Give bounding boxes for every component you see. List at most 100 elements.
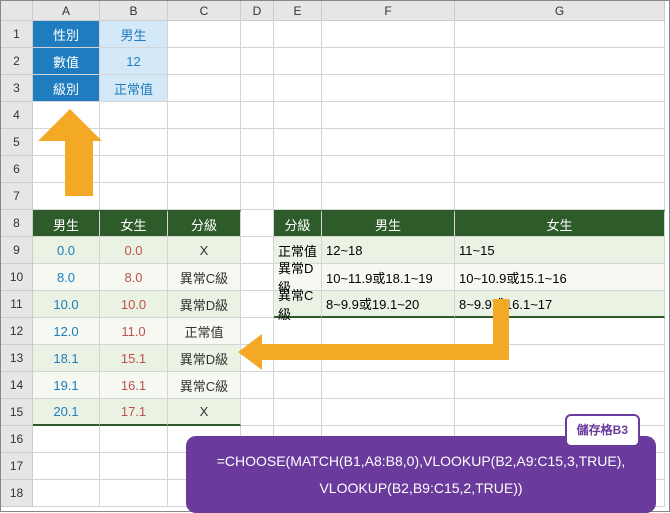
row-header-6[interactable]: 6: [1, 156, 33, 183]
cell-A2[interactable]: 數值: [33, 48, 100, 75]
row-header-7[interactable]: 7: [1, 183, 33, 210]
cell-A16[interactable]: [33, 426, 100, 453]
cell-F3[interactable]: [322, 75, 455, 102]
t1-male-0[interactable]: 0.0: [33, 237, 100, 264]
cell-G12[interactable]: [455, 318, 665, 345]
cell-F2[interactable]: [322, 48, 455, 75]
cell-G5[interactable]: [455, 129, 665, 156]
t2-h1[interactable]: 男生: [322, 210, 455, 237]
t1-male-1[interactable]: 8.0: [33, 264, 100, 291]
cell-B5[interactable]: [100, 129, 168, 156]
t1-male-6[interactable]: 20.1: [33, 399, 100, 426]
t1-grade-5[interactable]: 異常C級: [168, 372, 241, 399]
t1-male-5[interactable]: 19.1: [33, 372, 100, 399]
cell-G2[interactable]: [455, 48, 665, 75]
row-header-3[interactable]: 3: [1, 75, 33, 102]
row-header-13[interactable]: 13: [1, 345, 33, 372]
cell-E1[interactable]: [274, 21, 322, 48]
t1-female-1[interactable]: 8.0: [100, 264, 168, 291]
row-header-14[interactable]: 14: [1, 372, 33, 399]
row-header-5[interactable]: 5: [1, 129, 33, 156]
cell-E7[interactable]: [274, 183, 322, 210]
t1-grade-3[interactable]: 正常值: [168, 318, 241, 345]
cell-D9[interactable]: [241, 237, 274, 264]
cell-F5[interactable]: [322, 129, 455, 156]
row-header-15[interactable]: 15: [1, 399, 33, 426]
cell-B17[interactable]: [100, 453, 168, 480]
cell-D7[interactable]: [241, 183, 274, 210]
cell-F12[interactable]: [322, 318, 455, 345]
cell-B7[interactable]: [100, 183, 168, 210]
cell-G1[interactable]: [455, 21, 665, 48]
row-header-9[interactable]: 9: [1, 237, 33, 264]
cell-C7[interactable]: [168, 183, 241, 210]
t2-female-1[interactable]: 10~10.9或15.1~16: [455, 264, 665, 291]
cell-G3[interactable]: [455, 75, 665, 102]
col-header-D[interactable]: D: [241, 1, 274, 21]
cell-G7[interactable]: [455, 183, 665, 210]
cell-E5[interactable]: [274, 129, 322, 156]
col-header-C[interactable]: C: [168, 1, 241, 21]
row-header-18[interactable]: 18: [1, 480, 33, 507]
cell-A18[interactable]: [33, 480, 100, 507]
t2-female-2[interactable]: 8~9.9或16.1~17: [455, 291, 665, 318]
t2-male-1[interactable]: 10~11.9或18.1~19: [322, 264, 455, 291]
row-header-16[interactable]: 16: [1, 426, 33, 453]
cell-B1[interactable]: 男生: [100, 21, 168, 48]
cell-D1[interactable]: [241, 21, 274, 48]
cell-F7[interactable]: [322, 183, 455, 210]
cell-E4[interactable]: [274, 102, 322, 129]
t1-grade-0[interactable]: X: [168, 237, 241, 264]
cell-C5[interactable]: [168, 129, 241, 156]
row-header-11[interactable]: 11: [1, 291, 33, 318]
t2-grade-2[interactable]: 異常C級: [274, 291, 322, 318]
t1-female-6[interactable]: 17.1: [100, 399, 168, 426]
cell-E14[interactable]: [274, 372, 322, 399]
cell-C3[interactable]: [168, 75, 241, 102]
col-header-B[interactable]: B: [100, 1, 168, 21]
row-header-10[interactable]: 10: [1, 264, 33, 291]
select-all-corner[interactable]: [1, 1, 33, 21]
cell-D8[interactable]: [241, 210, 274, 237]
cell-B2[interactable]: 12: [100, 48, 168, 75]
t1-header-2[interactable]: 分級: [168, 210, 241, 237]
cell-A3[interactable]: 級別: [33, 75, 100, 102]
cell-E3[interactable]: [274, 75, 322, 102]
cell-D5[interactable]: [241, 129, 274, 156]
cell-C2[interactable]: [168, 48, 241, 75]
cell-C4[interactable]: [168, 102, 241, 129]
cell-D11[interactable]: [241, 291, 274, 318]
cell-G6[interactable]: [455, 156, 665, 183]
cell-D10[interactable]: [241, 264, 274, 291]
row-header-8[interactable]: 8: [1, 210, 33, 237]
t2-male-0[interactable]: 12~18: [322, 237, 455, 264]
row-header-1[interactable]: 1: [1, 21, 33, 48]
t2-h0[interactable]: 分級: [274, 210, 322, 237]
col-header-G[interactable]: G: [455, 1, 665, 21]
cell-C6[interactable]: [168, 156, 241, 183]
t1-grade-6[interactable]: X: [168, 399, 241, 426]
cell-F15[interactable]: [322, 399, 455, 426]
cell-F4[interactable]: [322, 102, 455, 129]
t1-header-1[interactable]: 女生: [100, 210, 168, 237]
col-header-F[interactable]: F: [322, 1, 455, 21]
t1-grade-4[interactable]: 異常D級: [168, 345, 241, 372]
row-header-2[interactable]: 2: [1, 48, 33, 75]
cell-B4[interactable]: [100, 102, 168, 129]
cell-E6[interactable]: [274, 156, 322, 183]
cell-G4[interactable]: [455, 102, 665, 129]
cell-D14[interactable]: [241, 372, 274, 399]
cell-D6[interactable]: [241, 156, 274, 183]
t1-female-5[interactable]: 16.1: [100, 372, 168, 399]
cell-A17[interactable]: [33, 453, 100, 480]
cell-D4[interactable]: [241, 102, 274, 129]
t1-header-0[interactable]: 男生: [33, 210, 100, 237]
t1-female-3[interactable]: 11.0: [100, 318, 168, 345]
cell-F6[interactable]: [322, 156, 455, 183]
t1-female-2[interactable]: 10.0: [100, 291, 168, 318]
t2-male-2[interactable]: 8~9.9或19.1~20: [322, 291, 455, 318]
t1-grade-2[interactable]: 異常D級: [168, 291, 241, 318]
cell-E2[interactable]: [274, 48, 322, 75]
col-header-A[interactable]: A: [33, 1, 100, 21]
t1-female-0[interactable]: 0.0: [100, 237, 168, 264]
